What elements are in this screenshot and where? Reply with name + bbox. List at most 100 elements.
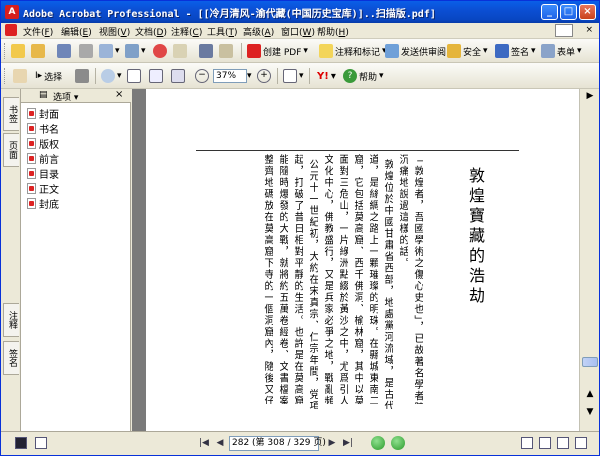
spell-button[interactable] (219, 43, 233, 59)
scroll-split-icon[interactable]: ▲ (583, 389, 597, 403)
menu-window[interactable]: 窗口(W) (281, 25, 315, 38)
yahoo-icon: Y! (317, 70, 329, 82)
organizer-icon (99, 44, 113, 58)
camera-icon (75, 69, 89, 83)
continuous-view-icon[interactable] (35, 437, 47, 449)
text-column: 整齊地碼放在莫高窟下寺的一個洞窟內，隨後又仔細將 (262, 154, 273, 404)
open-web-button[interactable] (31, 43, 45, 59)
zoom-out-button[interactable]: − (195, 68, 209, 84)
help-search-input[interactable] (555, 24, 573, 37)
comment-markup-button[interactable]: 注释和标记▾ (319, 43, 387, 59)
bookmark-cover[interactable]: 封面 (27, 107, 59, 121)
snapshot-button[interactable] (75, 68, 89, 84)
bookmark-title[interactable]: 书名 (27, 122, 59, 136)
email-button[interactable] (173, 43, 187, 59)
scroll-up-arrow-icon[interactable]: ▶ (583, 91, 597, 105)
select-tool-button[interactable]: I▸ 选择 (35, 68, 62, 84)
menu-file[interactable]: 文件(F) (23, 25, 53, 38)
document-icon[interactable] (5, 24, 17, 36)
pen-icon (495, 44, 509, 58)
bookmark-preface[interactable]: 前言 (27, 152, 59, 166)
fit-width-icon (171, 69, 185, 83)
tab-signatures[interactable]: 签名 (3, 341, 19, 375)
menu-help[interactable]: 帮助(H) (317, 25, 349, 38)
chevron-down-icon: ▾ (303, 46, 308, 56)
save-button[interactable] (57, 43, 71, 59)
toolbar-grip[interactable] (4, 43, 7, 59)
document-close-button[interactable]: × (585, 25, 593, 35)
next-view-button[interactable] (391, 436, 405, 450)
menu-advanced[interactable]: 高级(A) (243, 25, 274, 38)
text-column: 公元十一世紀初，大約在宋真宗、仁宗年間，党項羌 (307, 159, 318, 409)
zoom-in-button[interactable]: + (257, 68, 271, 84)
open-button[interactable] (11, 43, 25, 59)
document-view[interactable]: 敦煌寶藏的浩劫 「敦煌者，吾國學術之傷心史也」，已故著名學者陳 沉痛地說過這樣的… (132, 89, 579, 431)
binoculars-icon (199, 44, 213, 58)
maximize-button[interactable]: □ (560, 4, 577, 20)
zoom-tool-button[interactable]: ▾ (101, 68, 122, 84)
acrobat-app-icon[interactable]: A (5, 5, 19, 19)
menu-view[interactable]: 视图(V) (99, 25, 130, 38)
title-bar[interactable]: A Adobe Acrobat Professional - [[冷月清风-渝代… (1, 1, 599, 23)
file-toolbar: ▾ ▾ 创建 PDF▾ 注释和标记▾ 发送供审阅▾ 安全▾ 签名▾ 表单▾ (1, 39, 599, 63)
forms-button[interactable]: 表单 ▾ (541, 43, 582, 59)
sign-button[interactable]: 签名 ▾ (495, 43, 536, 59)
bookmark-new-icon[interactable]: ▤ (39, 90, 48, 100)
hand-tool-button[interactable] (13, 68, 27, 84)
text-column: 沉痛地說過這樣的話。 (397, 154, 408, 269)
vertical-scrollbar[interactable]: ▶ ▲ ▼ (579, 89, 599, 431)
close-button[interactable]: × (579, 4, 596, 20)
last-page-button[interactable]: ▶| (341, 436, 355, 450)
menu-comments[interactable]: 注释(C) (171, 25, 202, 38)
yahoo-button[interactable]: Y! ▾ (317, 68, 336, 84)
continuous-layout-icon[interactable] (539, 437, 551, 449)
chevron-down-icon: ▾ (115, 46, 120, 56)
organizer-button[interactable]: ▾ (99, 43, 120, 59)
first-page-button[interactable]: |◀ (197, 436, 211, 450)
single-page-view-icon[interactable] (15, 437, 27, 449)
next-page-button[interactable]: ▶ (325, 436, 339, 450)
panel-close-button[interactable]: × (115, 89, 123, 100)
help-button[interactable]: ? 帮助 ▾ (343, 68, 384, 84)
single-page-layout-icon[interactable] (521, 437, 533, 449)
previous-page-button[interactable]: ◀ (213, 436, 227, 450)
bookmark-contents[interactable]: 目录 (27, 167, 59, 181)
page-number-input[interactable]: 282 (第 308 / 329 页) (229, 436, 326, 451)
options-button[interactable]: 选项 ▾ (53, 90, 78, 103)
create-pdf-button[interactable]: 创建 PDF ▾ (247, 43, 308, 59)
zoom-dropdown[interactable]: ▾ (247, 68, 252, 84)
minimize-button[interactable]: _ (541, 4, 558, 20)
zoom-input[interactable]: 37% (213, 69, 247, 83)
menu-document[interactable]: 文档(D) (135, 25, 167, 38)
chevron-down-icon: ▾ (299, 71, 304, 81)
navigation-tabs: 书签 页面 注释 签名 (1, 89, 21, 431)
bookmark-copyright[interactable]: 版权 (27, 137, 59, 151)
fit-page-button[interactable] (149, 68, 163, 84)
security-button[interactable]: 安全 ▾ (447, 43, 488, 59)
scroll-thumb[interactable] (582, 357, 598, 367)
print-button[interactable] (79, 43, 93, 59)
facing-layout-icon[interactable] (557, 437, 569, 449)
tab-pages[interactable]: 页面 (3, 133, 19, 167)
rotate-view-button[interactable]: ▾ (283, 68, 304, 84)
send-review-button[interactable]: 发送供审阅▾ (385, 43, 453, 59)
search-button[interactable] (199, 43, 213, 59)
window-title: Adobe Acrobat Professional - [[冷月清风-渝代藏(… (23, 9, 436, 20)
bookmark-back-cover[interactable]: 封底 (27, 197, 59, 211)
bookmark-body[interactable]: 正文 (27, 182, 59, 196)
continuous-facing-layout-icon[interactable] (575, 437, 587, 449)
email-icon (173, 44, 187, 58)
menu-edit[interactable]: 编辑(E) (61, 25, 92, 38)
tab-bookmarks[interactable]: 书签 (3, 97, 19, 131)
toolbar-separator (277, 68, 278, 84)
attach-button[interactable]: ▾ (125, 43, 146, 59)
tab-comments[interactable]: 注释 (3, 303, 19, 337)
previous-view-button[interactable] (371, 436, 385, 450)
fit-width-button[interactable] (171, 68, 185, 84)
folder-web-icon (31, 44, 45, 58)
actual-size-button[interactable] (127, 68, 141, 84)
stamp-button[interactable] (153, 43, 167, 59)
menu-tools[interactable]: 工具(T) (207, 25, 238, 38)
scroll-down-arrow-icon[interactable]: ▼ (583, 407, 597, 421)
toolbar-grip[interactable] (4, 68, 7, 84)
